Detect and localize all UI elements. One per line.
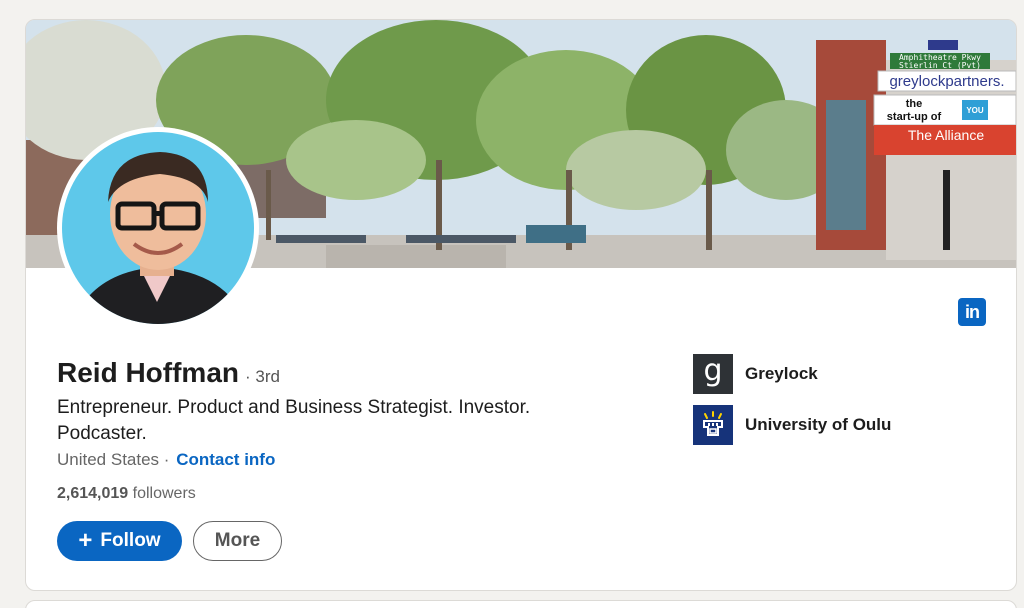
next-card <box>25 600 1017 608</box>
org-item-university-of-oulu[interactable]: University of Oulu <box>693 405 891 445</box>
avatar-portrait <box>62 132 254 324</box>
billboard-greylock-text: greylockpartners. <box>889 73 1004 90</box>
billboard-alliance-text: The Alliance <box>908 127 984 143</box>
contact-info-link[interactable]: Contact info <box>176 450 275 469</box>
greylock-logo-icon: g <box>693 354 733 394</box>
followers-number: 2,614,019 <box>57 485 129 502</box>
follow-button-label: Follow <box>100 530 161 551</box>
connection-degree: · 3rd <box>245 367 280 386</box>
billboard-startup-text-1: the <box>906 98 923 110</box>
followers-label: followers <box>132 485 196 502</box>
profile-name: Reid Hoffman <box>57 357 239 388</box>
profile-card: Amphitheatre Pkwy Stierlin Ct (Pvt) grey… <box>25 19 1017 591</box>
profile-location: United States · <box>57 450 170 469</box>
follow-button[interactable]: + Follow <box>57 521 182 561</box>
followers-count: 2,614,019 followers <box>57 485 196 503</box>
org-name: Greylock <box>745 364 818 383</box>
billboard-you-text: YOU <box>966 106 984 115</box>
linkedin-icon: in <box>958 298 986 326</box>
street-sign-text-2: Stierlin Ct (Pvt) <box>899 61 981 70</box>
billboard-startup-text-2: start-up of <box>887 111 942 123</box>
university-of-oulu-logo-icon <box>693 405 733 445</box>
org-item-greylock[interactable]: g Greylock <box>693 354 818 394</box>
location-row: United States · Contact info <box>57 450 275 470</box>
org-name: University of Oulu <box>745 415 892 434</box>
more-button[interactable]: More <box>193 521 282 561</box>
profile-photo[interactable] <box>57 127 259 329</box>
profile-headline: Entrepreneur. Product and Business Strat… <box>57 397 531 444</box>
name-row: Reid Hoffman · 3rd <box>57 357 280 389</box>
plus-icon: + <box>78 527 93 554</box>
